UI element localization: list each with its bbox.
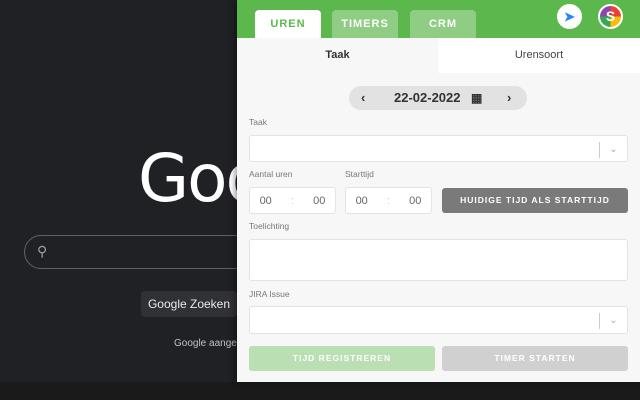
language-text: Google aangeb bbox=[174, 338, 243, 349]
taak-select[interactable]: ⌄ bbox=[249, 135, 628, 162]
separator: : bbox=[290, 194, 295, 207]
start-timer-button[interactable]: TIMER STARTEN bbox=[442, 346, 628, 371]
toelichting-label: Toelichting bbox=[249, 221, 290, 231]
chevron-down-icon: ⌄ bbox=[599, 142, 627, 158]
taskbar bbox=[0, 382, 640, 400]
tab-uren[interactable]: UREN bbox=[255, 10, 321, 38]
register-time-button[interactable]: TIJD REGISTREREN bbox=[249, 346, 435, 371]
date-picker: ‹ 22-02-2022 ▦ › bbox=[349, 86, 527, 110]
jira-issue-select[interactable]: ⌄ bbox=[249, 306, 628, 334]
current-time-button[interactable]: HUIDIGE TIJD ALS STARTTIJD bbox=[442, 188, 628, 213]
subtab-urensoort[interactable]: Urensoort bbox=[438, 38, 640, 73]
calendar-icon[interactable]: ▦ bbox=[471, 86, 482, 110]
subtab-taak[interactable]: Taak bbox=[237, 38, 438, 73]
google-search-button[interactable]: Google Zoeken bbox=[141, 291, 237, 317]
jira-icon[interactable]: ➤ bbox=[557, 4, 582, 29]
tab-timers[interactable]: TIMERS bbox=[332, 10, 398, 38]
tab-crm[interactable]: CRM bbox=[410, 10, 476, 38]
extension-panel: UREN TIMERS CRM ➤ S Taak Urensoort ‹ 22-… bbox=[237, 0, 640, 382]
starttijd-input[interactable]: 00: 00 bbox=[345, 187, 432, 214]
aantal-uren-label: Aantal uren bbox=[249, 169, 293, 179]
next-date-button[interactable]: › bbox=[507, 86, 511, 110]
hours[interactable]: 00 bbox=[356, 195, 368, 207]
separator: : bbox=[386, 194, 391, 207]
search-icon: ⚲ bbox=[37, 243, 48, 259]
prev-date-button[interactable]: ‹ bbox=[361, 86, 365, 110]
jira-issue-label: JIRA Issue bbox=[249, 289, 290, 299]
date-value[interactable]: 22-02-2022 bbox=[394, 86, 461, 110]
minutes[interactable]: 00 bbox=[313, 195, 325, 207]
toelichting-textarea[interactable] bbox=[249, 239, 628, 281]
avatar[interactable]: S bbox=[598, 4, 623, 29]
aantal-uren-input[interactable]: 00: 00 bbox=[249, 187, 336, 214]
panel-header: UREN TIMERS CRM ➤ S bbox=[237, 0, 640, 38]
starttijd-label: Starttijd bbox=[345, 169, 374, 179]
chevron-down-icon: ⌄ bbox=[599, 313, 627, 329]
hours[interactable]: 00 bbox=[260, 195, 272, 207]
taak-label: Taak bbox=[249, 117, 267, 127]
minutes[interactable]: 00 bbox=[409, 195, 421, 207]
